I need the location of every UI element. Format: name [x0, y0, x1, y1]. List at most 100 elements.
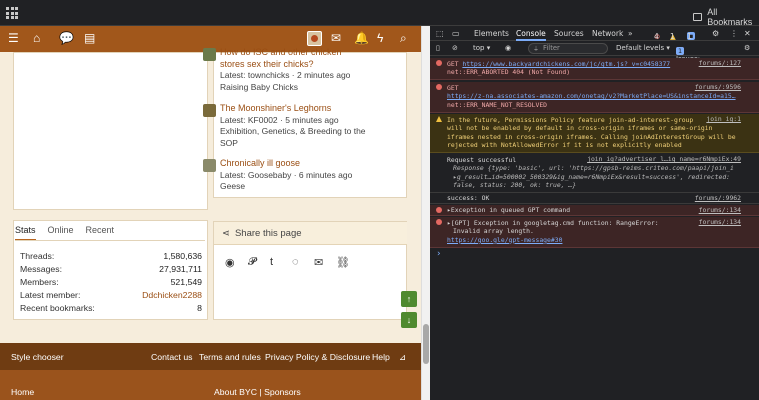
- issue-info-count: 1: [676, 47, 685, 55]
- tab-network[interactable]: Network: [592, 29, 623, 38]
- style-chooser-link[interactable]: Style chooser: [11, 352, 64, 362]
- share-icon: ⋖: [222, 227, 230, 239]
- thread-item[interactable]: The Moonshiner's Leghorns Latest: KF0002…: [203, 103, 366, 150]
- msg-source[interactable]: join_ig:1: [706, 115, 741, 123]
- scroll-down-button[interactable]: ↓: [401, 312, 417, 328]
- tab-elements[interactable]: Elements: [474, 29, 509, 38]
- latest-member-link[interactable]: Ddchicken2288: [142, 290, 202, 300]
- thread-title[interactable]: The Moonshiner's Leghorns: [220, 103, 366, 115]
- apps-grid-icon[interactable]: [6, 7, 18, 19]
- terms-link[interactable]: Terms and rules: [199, 352, 261, 362]
- avatar[interactable]: [307, 31, 322, 46]
- scroll-up-button[interactable]: ↑: [401, 291, 417, 307]
- tab-online[interactable]: Online: [48, 225, 74, 241]
- console-prompt[interactable]: ›: [437, 249, 441, 259]
- clear-console-icon[interactable]: ⊘: [452, 44, 458, 52]
- link-icon[interactable]: ⛓: [336, 256, 350, 269]
- menu-icon[interactable]: ☰: [8, 31, 19, 45]
- tab-console[interactable]: Console: [516, 29, 546, 41]
- thread-forum[interactable]: Raising Baby Chicks: [220, 82, 350, 94]
- context-select[interactable]: top ▾: [473, 44, 490, 52]
- stat-label: Members:: [20, 277, 59, 287]
- thread-title[interactable]: Chronically ill goose: [220, 158, 352, 170]
- home-link[interactable]: Home: [11, 387, 34, 397]
- web-page: ☰ ⌂ 💬 ▤ ✉ 🔔 ϟ ⌕ How do ISC and other chi…: [0, 26, 421, 400]
- msg-source[interactable]: forums/:9596: [695, 83, 741, 91]
- stat-value: 27,931,711: [159, 264, 202, 274]
- all-bookmarks-label: All Bookmarks: [707, 7, 753, 27]
- msg-object[interactable]: false, status: 200, ok: true, …}: [447, 181, 753, 189]
- device-icon[interactable]: ▭: [452, 29, 460, 38]
- thread-item[interactable]: How do ISC and other chicken stores sex …: [203, 47, 350, 94]
- tab-stats[interactable]: Stats: [15, 225, 36, 241]
- stat-row: Recent bookmarks: 8: [20, 303, 202, 313]
- bolt-icon[interactable]: ϟ: [377, 31, 383, 45]
- tab-recent[interactable]: Recent: [86, 225, 115, 241]
- filter-input[interactable]: ⏚ Filter: [528, 43, 608, 54]
- msg-url[interactable]: https://z-na.associates-amazon.com/oneta…: [447, 92, 753, 100]
- thread-forum[interactable]: Exhibition, Genetics, & Breeding to the: [220, 126, 366, 138]
- search-icon[interactable]: ⌕: [400, 31, 407, 45]
- more-options-icon[interactable]: ⋮: [730, 29, 738, 38]
- stat-label: Recent bookmarks:: [20, 303, 95, 313]
- msg-source[interactable]: join_ig?advertiser_l…ig_name=r6NmpiEx:49: [587, 155, 741, 163]
- levels-select[interactable]: Default levels ▾: [616, 44, 670, 52]
- thread-latest: Latest: Goosebaby · 6 minutes ago: [220, 169, 353, 180]
- msg-extra: net::ERR_NAME_NOT_RESOLVED: [447, 100, 548, 109]
- rss-icon[interactable]: ⊿: [399, 352, 406, 363]
- stat-label: Latest member:: [20, 290, 81, 300]
- reddit-icon[interactable]: ◉: [225, 256, 235, 269]
- msg-source[interactable]: forums/:127: [699, 59, 741, 67]
- all-bookmarks-button[interactable]: All Bookmarks: [693, 7, 759, 27]
- whatsapp-icon[interactable]: ◌: [292, 256, 299, 268]
- eye-icon[interactable]: ◉: [505, 44, 511, 52]
- msg-prefix: GET: [447, 60, 463, 68]
- about-link[interactable]: About BYC | Sponsors: [214, 387, 301, 397]
- thread-title[interactable]: stores sex their chicks?: [220, 59, 350, 71]
- page-scrollbar[interactable]: [421, 26, 430, 400]
- thread-title-partial[interactable]: How do ISC and other chicken: [220, 47, 350, 59]
- footer-bottom: Home About BYC | Sponsors: [0, 370, 421, 400]
- more-tabs-button[interactable]: »: [628, 29, 633, 38]
- console-error[interactable]: ▸[GPT] Exception in googletag.cmd functi…: [430, 217, 759, 248]
- msg-source[interactable]: forums/:134: [699, 218, 741, 226]
- folder-icon: [693, 13, 703, 21]
- stat-row: Threads: 1,580,636: [20, 251, 202, 261]
- inspect-icon[interactable]: ⬚: [436, 29, 444, 38]
- sidebar-toggle-icon[interactable]: ▯: [436, 44, 440, 52]
- close-icon[interactable]: ✕: [744, 29, 751, 38]
- msg-object[interactable]: Response {type: 'basic', url: 'https://g…: [447, 164, 753, 172]
- msg-source[interactable]: forums/:9962: [695, 194, 741, 202]
- privacy-link[interactable]: Privacy Policy & Disclosure: [265, 352, 370, 362]
- thread-latest: Latest: KF0002 · 5 minutes ago: [220, 114, 339, 125]
- console-settings-icon[interactable]: ⚙: [744, 44, 750, 52]
- scrollbar-thumb[interactable]: [423, 324, 429, 364]
- msg-source[interactable]: forums/:134: [699, 206, 741, 214]
- console-info: success: OK forums/:9962: [430, 193, 759, 204]
- help-link[interactable]: Help: [372, 352, 390, 362]
- stat-row: Messages: 27,931,711: [20, 264, 202, 274]
- warning-count: 1: [670, 32, 675, 41]
- thread-forum-cont[interactable]: SOP: [220, 138, 366, 150]
- tab-sources[interactable]: Sources: [554, 29, 584, 38]
- contact-link[interactable]: Contact us: [151, 352, 193, 362]
- settings-gear-icon[interactable]: ⚙: [712, 29, 719, 38]
- thread-item[interactable]: Chronically ill goose Latest: Goosebaby …: [203, 158, 353, 193]
- msg-url[interactable]: https://goo.gle/gpt-message#30: [447, 236, 753, 244]
- mail-icon[interactable]: ✉: [331, 31, 341, 45]
- stat-label: Threads:: [20, 251, 55, 261]
- email-icon[interactable]: ✉: [314, 256, 323, 269]
- msg-object[interactable]: ▸g_result…id=500002_500329&ig_name=r6Nmp…: [447, 173, 753, 181]
- bell-icon[interactable]: 🔔: [354, 31, 369, 45]
- msg-url[interactable]: https://www.backyardchickens.com/jc/gtm.…: [462, 60, 670, 68]
- tumblr-icon[interactable]: t: [270, 256, 273, 268]
- console-error[interactable]: ▸Exception in queued GPT command forums/…: [430, 205, 759, 216]
- home-icon[interactable]: ⌂: [33, 31, 40, 45]
- console-warning: In the future, Permissions Policy featur…: [430, 114, 759, 153]
- chat-icon[interactable]: 💬: [59, 31, 74, 45]
- document-icon[interactable]: ▤: [84, 31, 95, 45]
- pinterest-icon[interactable]: 𝓟: [248, 256, 256, 269]
- stat-value: 1,580,636: [163, 251, 202, 261]
- thread-forum[interactable]: Geese: [220, 181, 352, 193]
- stat-row: Latest member: Ddchicken2288: [20, 290, 202, 300]
